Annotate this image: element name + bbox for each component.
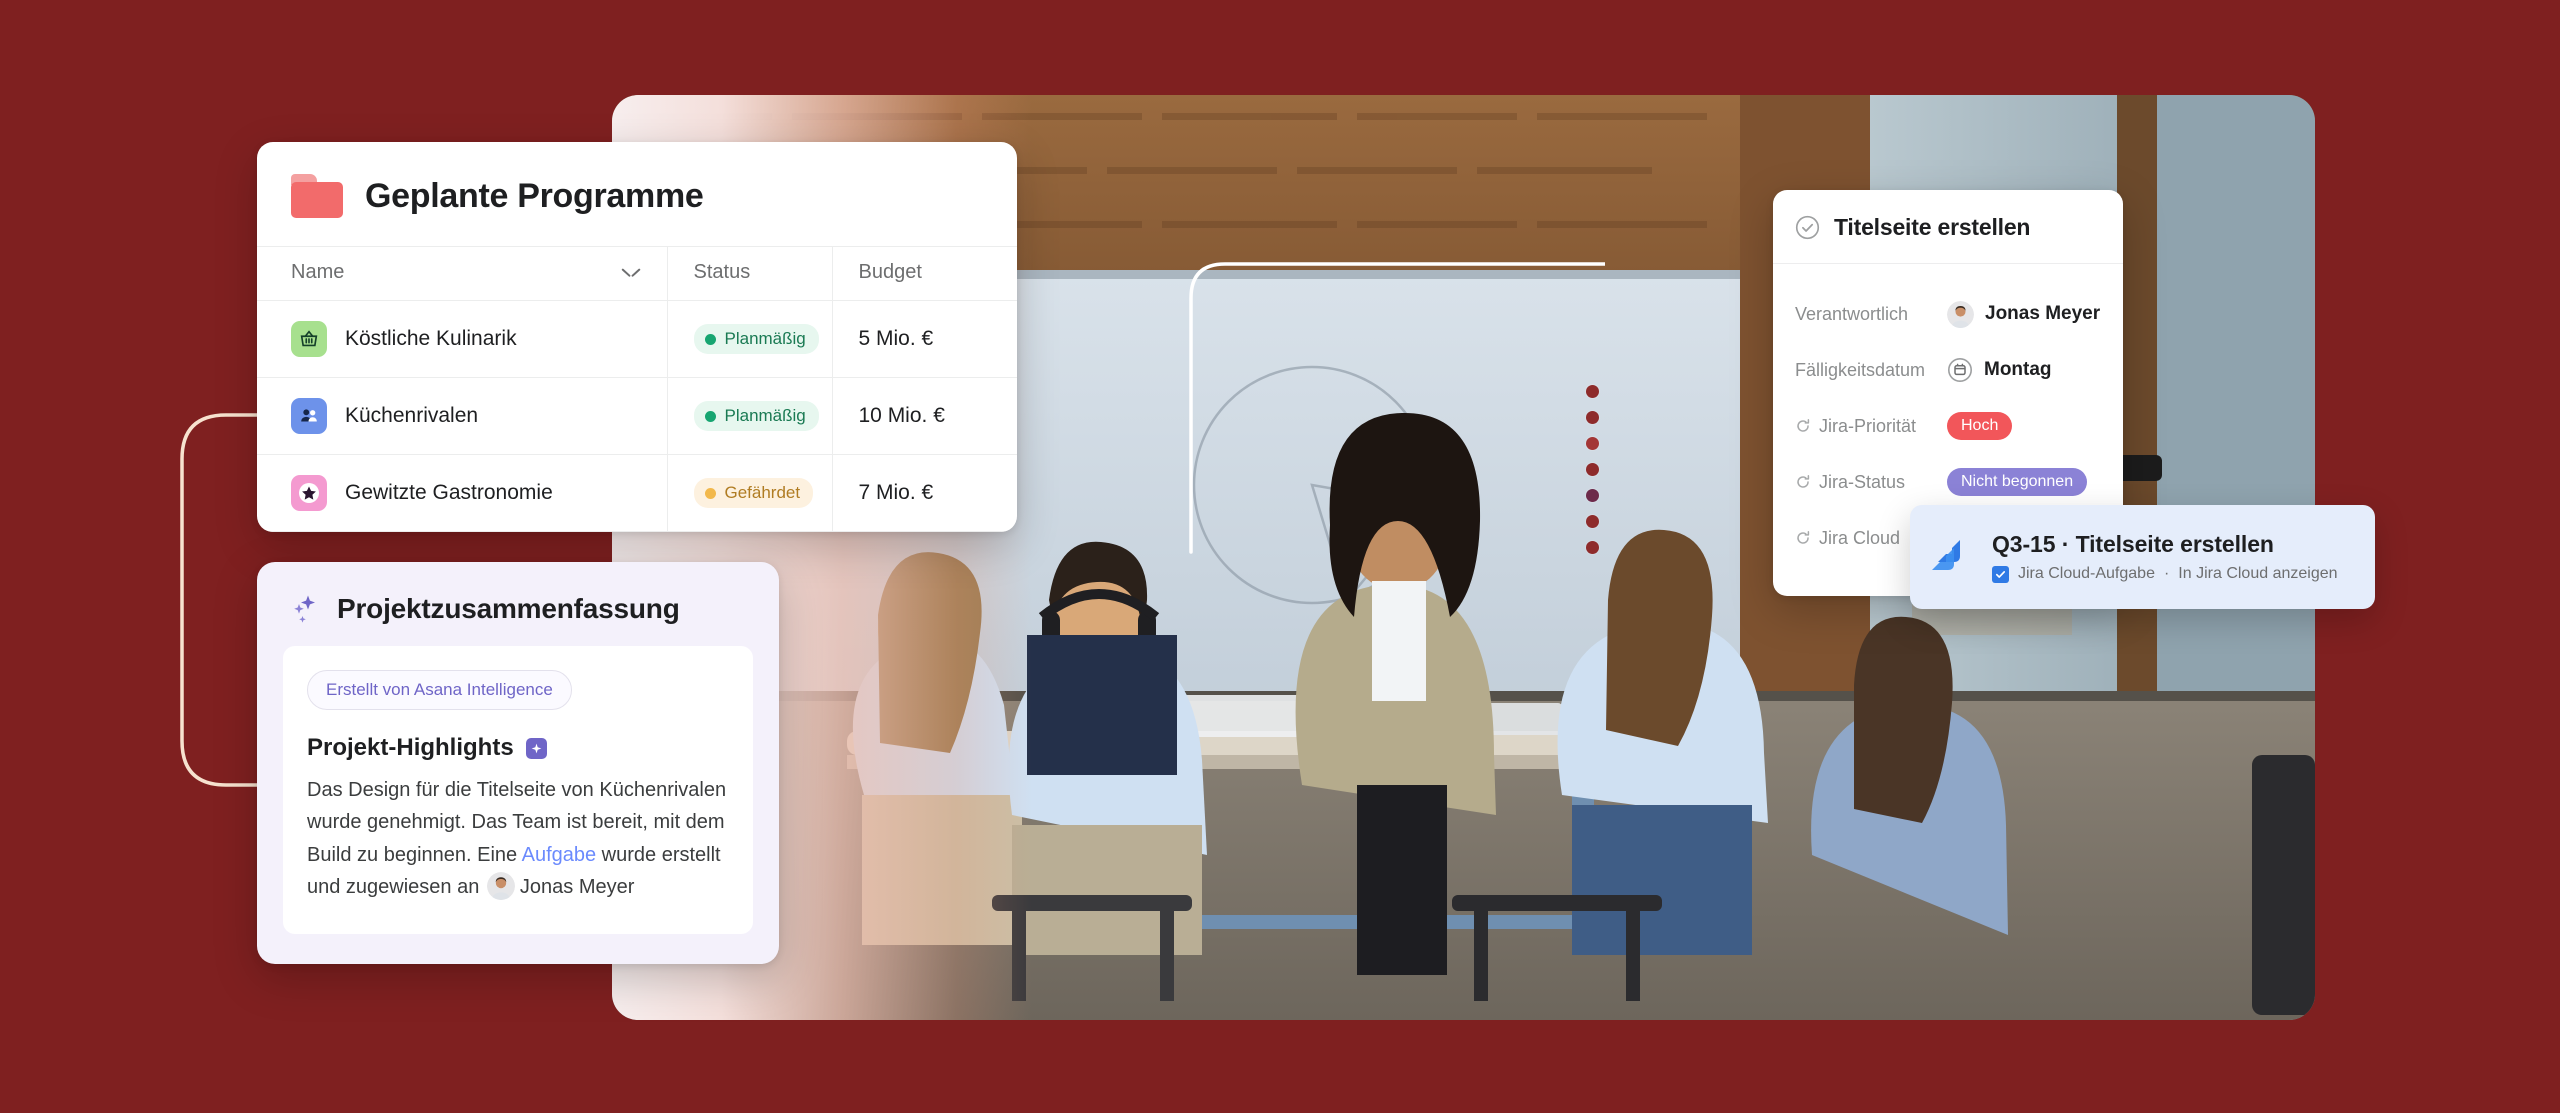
avatar (486, 872, 515, 901)
duedate-value: Montag (1984, 359, 2052, 380)
status-label: Planmäßig (724, 406, 806, 425)
summary-header: Projektzusammenfassung (283, 588, 753, 646)
summary-subheading-row: Projekt-Highlights (307, 734, 729, 762)
sync-icon (1797, 531, 1810, 544)
programs-table: Name Status Budget Köstliche Kulinarik P… (257, 246, 1017, 532)
jira-view-link[interactable]: In Jira Cloud anzeigen (2178, 565, 2337, 583)
status-badge: Planmäßig (693, 401, 819, 431)
summary-assignee: Jonas Meyer (519, 876, 635, 899)
task-field-jira-priority: Jira-Priorität Hoch (1795, 398, 2101, 454)
budget-label: 10 Mio. € (858, 404, 945, 427)
summary-subheading: Projekt-Highlights (307, 734, 514, 761)
ai-generated-badge: Erstellt von Asana Intelligence (307, 670, 572, 710)
jira-popup-title: Q3-15 · Titelseite erstellen (1992, 531, 2274, 557)
summary-title: Projektzusammenfassung (337, 593, 680, 624)
table-header: Name Status Budget (257, 246, 1017, 301)
check-circle-icon[interactable] (1795, 215, 1820, 240)
task-field-jira-status: Jira-Status Nicht begonnen (1795, 454, 2101, 510)
status-badge: Gefährdet (693, 478, 814, 508)
cell-name[interactable]: Gewitzte Gastronomie (257, 454, 667, 532)
field-value-jira-status[interactable]: Nicht begonnen (1947, 468, 2088, 496)
connector-dots (1586, 385, 1604, 565)
table-row[interactable]: Köstliche Kulinarik Planmäßig 5 Mio. € (257, 300, 1017, 378)
calendar-icon (1948, 358, 1972, 382)
status-badge: Nicht begonnen (1947, 468, 2088, 496)
field-label-jira-status: Jira-Status (1795, 472, 1947, 493)
summary-body: Erstellt von Asana Intelligence Projekt-… (283, 646, 753, 934)
column-header-status[interactable]: Status (666, 246, 832, 301)
row-name-label: Gewitzte Gastronomie (345, 481, 553, 504)
project-summary-card: Projektzusammenfassung Erstellt von Asan… (257, 562, 779, 964)
assignee-name: Jonas Meyer (1985, 303, 2101, 324)
sync-icon (1797, 475, 1810, 488)
chevron-down-icon[interactable] (623, 268, 639, 277)
summary-text: Das Design für die Titelseite von Küchen… (307, 774, 729, 904)
cell-budget[interactable]: 10 Mio. € (831, 377, 1017, 455)
planned-programs-card: Geplante Programme Name Status Budget Kö… (257, 142, 1017, 532)
column-label-name: Name (291, 261, 345, 283)
field-value-duedate[interactable]: Montag (1947, 357, 2052, 383)
basket-icon (291, 321, 327, 357)
budget-label: 7 Mio. € (858, 481, 934, 504)
field-value-jira-priority[interactable]: Hoch (1947, 412, 2013, 440)
page-root: Geplante Programme Name Status Budget Kö… (0, 0, 2560, 1113)
cell-budget[interactable]: 5 Mio. € (831, 300, 1017, 378)
jira-status-label: Jira-Status (1819, 471, 1906, 492)
card-header: Geplante Programme (257, 142, 1017, 246)
avatar (1947, 300, 1974, 328)
task-title: Titelseite erstellen (1834, 214, 2031, 240)
table-row[interactable]: Gewitzte Gastronomie Gefährdet 7 Mio. € (257, 454, 1017, 532)
field-label-duedate: Fälligkeitsdatum (1795, 359, 1926, 380)
table-body: Köstliche Kulinarik Planmäßig 5 Mio. € K… (257, 300, 1017, 532)
jira-task-label: Jira Cloud-Aufgabe (2018, 565, 2155, 582)
column-header-budget[interactable]: Budget (831, 246, 1017, 301)
folder-icon (291, 174, 343, 218)
ai-sparkle-chip-icon[interactable] (525, 737, 547, 759)
status-label: Gefährdet (724, 483, 801, 502)
task-field-assignee: Verantwortlich Jonas Meyer (1795, 286, 2101, 342)
field-label-jira-priority: Jira-Priorität (1795, 416, 1947, 437)
task-field-duedate: Fälligkeitsdatum Montag (1795, 342, 2101, 398)
budget-label: 5 Mio. € (858, 327, 934, 350)
page-title: Geplante Programme (365, 176, 704, 215)
cell-status[interactable]: Planmäßig (666, 377, 832, 455)
table-row[interactable]: Küchenrivalen Planmäßig 10 Mio. € (257, 377, 1017, 455)
column-header-name[interactable]: Name (257, 246, 667, 301)
task-card-header: Titelseite erstellen (1773, 190, 2123, 264)
people-icon (291, 398, 327, 434)
jira-cloud-label: Jira Cloud (1819, 527, 1901, 548)
cell-status[interactable]: Gefährdet (666, 454, 832, 532)
status-label: Planmäßig (724, 329, 806, 348)
jira-popup-subtitle: Jira Cloud-Aufgabe · In Jira Cloud anzei… (1992, 565, 2338, 583)
jira-priority-label: Jira-Priorität (1819, 415, 1917, 436)
cell-name[interactable]: Küchenrivalen (257, 377, 667, 455)
status-badge: Planmäßig (693, 324, 819, 354)
field-label-assignee: Verantwortlich (1795, 303, 1909, 324)
jira-separator: · (2163, 565, 2170, 582)
task-link[interactable]: Aufgabe (522, 844, 597, 866)
cell-status[interactable]: Planmäßig (666, 300, 832, 378)
cell-budget[interactable]: 7 Mio. € (831, 454, 1017, 532)
row-name-label: Köstliche Kulinarik (345, 327, 517, 350)
cell-name[interactable]: Köstliche Kulinarik (257, 300, 667, 378)
row-name-label: Küchenrivalen (345, 404, 479, 427)
field-value-assignee[interactable]: Jonas Meyer (1947, 300, 2101, 328)
sync-icon (1797, 419, 1810, 432)
star-icon (291, 475, 327, 511)
jira-popup-text: Q3-15 · Titelseite erstellen Jira Cloud-… (1992, 531, 2338, 583)
checkbox-icon[interactable] (1992, 565, 2009, 583)
jira-logo-icon (1932, 540, 1960, 570)
sparkles-icon (294, 595, 315, 623)
priority-badge: Hoch (1947, 412, 2013, 440)
jira-cloud-popup[interactable]: Q3-15 · Titelseite erstellen Jira Cloud-… (1910, 505, 2375, 609)
